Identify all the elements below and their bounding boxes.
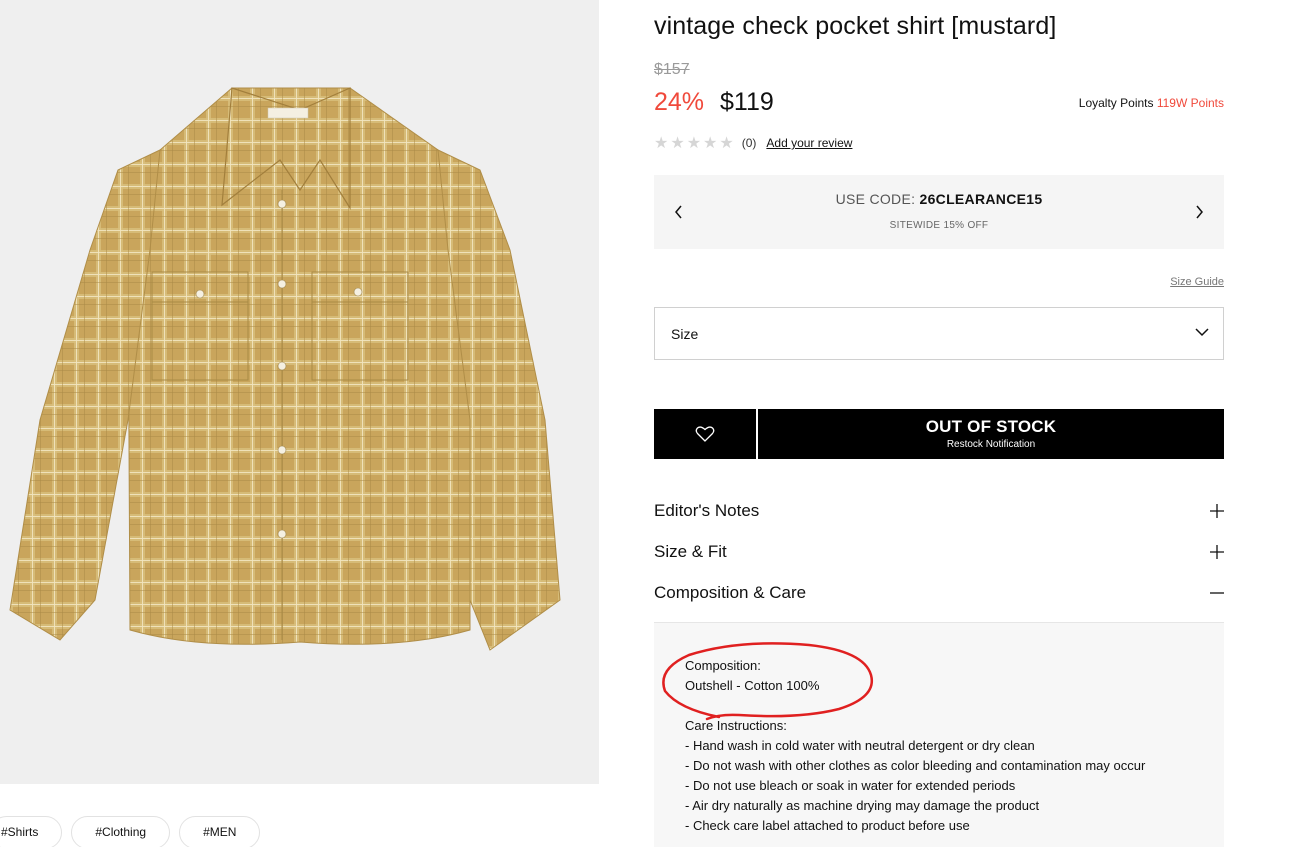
promo-code-value: 26CLEARANCE15 <box>919 191 1043 207</box>
stock-status: OUT OF STOCK <box>925 417 1057 436</box>
accordion-editors-notes[interactable]: Editor's Notes <box>654 501 1224 531</box>
tag-men[interactable]: #MEN <box>179 816 261 847</box>
chevron-right-icon <box>1196 205 1203 219</box>
sale-price: $119 <box>720 88 774 116</box>
loyalty-points: Loyalty Points 119W Points <box>1079 96 1224 110</box>
promo-code-label: USE CODE: <box>835 191 916 207</box>
review-count: (0) <box>741 136 757 150</box>
chevron-left-icon <box>675 205 682 219</box>
restock-notification: Restock Notification <box>946 439 1036 450</box>
promo-banner: USE CODE: 26CLEARANCE15 SITEWIDE 15% OFF <box>654 175 1224 249</box>
composition-value: Outshell - Cotton 100% <box>685 678 820 693</box>
size-select-label: Size <box>671 326 699 342</box>
promo-subtitle: SITEWIDE 15% OFF <box>889 220 989 231</box>
star-icon: ★ <box>686 135 702 152</box>
chevron-down-icon <box>1195 328 1209 337</box>
minus-icon <box>1210 592 1224 594</box>
heart-icon <box>695 426 715 442</box>
plus-icon <box>1210 545 1224 559</box>
loyalty-label: Loyalty Points <box>1078 96 1154 110</box>
plaid-shirt-image <box>9 87 561 651</box>
star-icon: ★ <box>703 135 718 152</box>
tag-list: #Shirts #Clothing #MEN <box>0 816 261 847</box>
accordion-label: Size & Fit <box>654 542 727 561</box>
accordion-label: Composition & Care <box>654 583 807 602</box>
size-guide-link[interactable]: Size Guide <box>1170 276 1224 288</box>
accordion-composition-care[interactable]: Composition & Care <box>654 583 1224 613</box>
size-select[interactable]: Size <box>654 307 1224 360</box>
loyalty-value: 119W Points <box>1156 96 1224 110</box>
care-instruction-item: - Do not wash with other clothes as colo… <box>685 758 1146 773</box>
composition-title: Composition: <box>685 658 761 673</box>
promo-code: USE CODE: 26CLEARANCE15 <box>654 191 1224 207</box>
care-instruction-item: - Do not use bleach or soak in water for… <box>685 778 1016 793</box>
plus-icon <box>1210 504 1224 518</box>
promo-next-button[interactable] <box>1186 199 1212 225</box>
composition-care-panel: Composition: Outshell - Cotton 100% Care… <box>654 622 1224 847</box>
care-instruction-item: - Air dry naturally as machine drying ma… <box>685 798 1040 813</box>
product-image <box>0 0 599 784</box>
product-title: vintage check pocket shirt [mustard] <box>654 12 1057 40</box>
care-instruction-item: - Check care label attached to product b… <box>685 818 970 833</box>
care-instructions-title: Care Instructions: <box>685 718 787 733</box>
add-review-link[interactable]: Add your review <box>766 136 852 150</box>
original-price: $157 <box>654 61 690 78</box>
accordion-label: Editor's Notes <box>654 501 760 520</box>
discount-percent: 24% <box>654 88 705 116</box>
care-instruction-item: - Hand wash in cold water with neutral d… <box>685 738 1035 753</box>
star-rating: ★ ★ ★ ★ ★ <box>654 133 734 153</box>
accordion-size-fit[interactable]: Size & Fit <box>654 542 1224 572</box>
star-icon: ★ <box>719 135 734 152</box>
star-icon: ★ <box>670 135 685 152</box>
tag-clothing[interactable]: #Clothing <box>71 816 171 847</box>
out-of-stock-button[interactable]: OUT OF STOCK Restock Notification <box>758 409 1224 459</box>
rating: ★ ★ ★ ★ ★ (0) Add your review <box>654 133 852 153</box>
wishlist-button[interactable] <box>654 409 756 459</box>
star-icon: ★ <box>654 135 669 152</box>
tag-shirts[interactable]: #Shirts <box>0 816 63 847</box>
